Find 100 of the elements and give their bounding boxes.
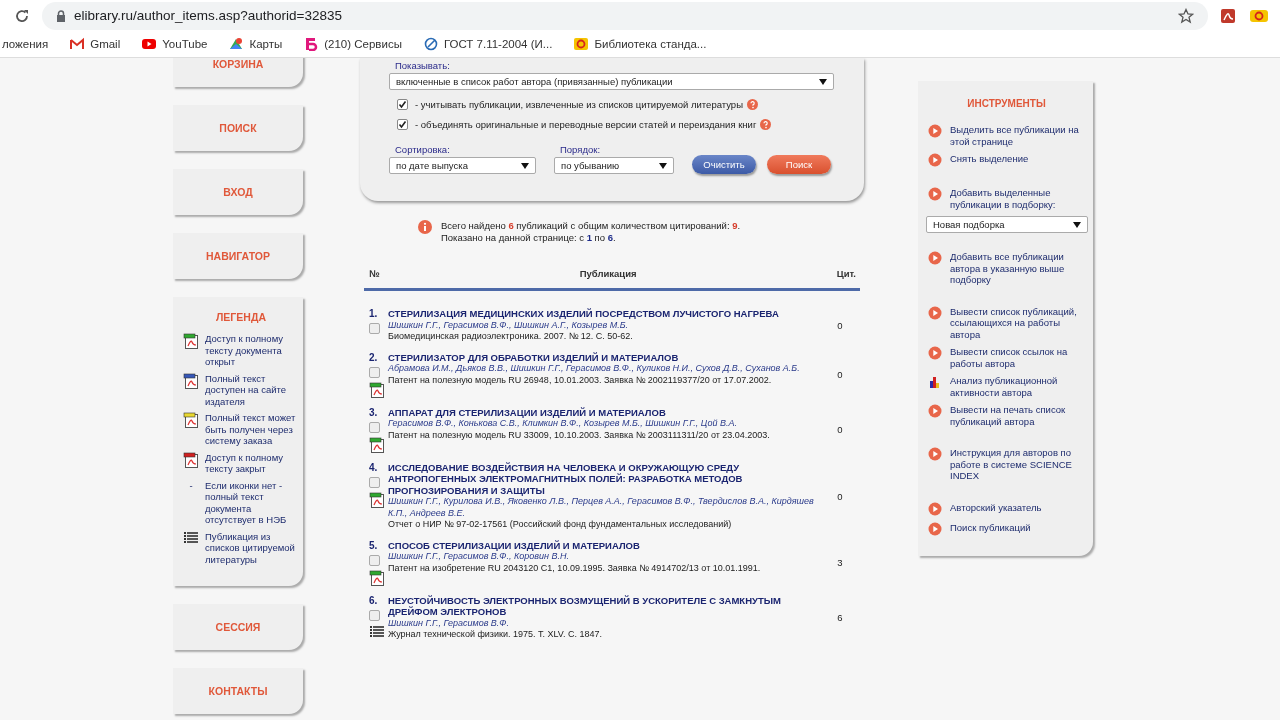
pdf-icon[interactable] xyxy=(369,436,385,453)
play-icon xyxy=(928,251,942,265)
bookmark-logo-icon xyxy=(304,37,319,51)
option-label: - объединять оригинальные и переводные версии статей и переиздания книг xyxy=(415,119,757,130)
tools-title: ИНСТРУМЕНТЫ xyxy=(966,98,1047,109)
publication-title[interactable]: НЕУСТОЙЧИВОСТЬ ЭЛЕКТРОННЫХ ВОЗМУЩЕНИЙ В УСКОРИТЕЛЕ С ЗАМКНУТЫМ ДРЕЙФОМ ЭЛЕКТРОНОВ xyxy=(388,594,820,618)
help-icon[interactable] xyxy=(747,99,758,110)
clear-button[interactable]: Очистить xyxy=(692,155,756,174)
column-header: Цит. xyxy=(836,268,856,279)
checkbox[interactable] xyxy=(369,476,380,488)
row-number: 3. xyxy=(369,406,379,418)
book-logo-icon xyxy=(574,37,589,51)
checkbox[interactable] xyxy=(369,323,380,334)
publication-title[interactable]: СПОСОБ СТЕРИЛИЗАЦИИ ИЗДЕЛИЙ И МАТЕРИАЛОВ xyxy=(388,539,820,551)
star-icon[interactable] xyxy=(1178,7,1194,24)
tool-link[interactable]: Вывести список публикаций, ссылающихся на работы автора xyxy=(950,305,1085,340)
play-icon xyxy=(928,305,942,320)
bookmark[interactable]: Библиотека станда... xyxy=(574,37,707,51)
bookmark[interactable]: Gmail xyxy=(70,37,121,51)
extension-icon[interactable] xyxy=(1250,7,1268,24)
play-icon xyxy=(928,447,942,461)
lock-icon xyxy=(56,9,66,22)
dropdown-arrow-icon xyxy=(521,162,529,169)
summary-text: Показано на данной странице: с 1 по 6. xyxy=(441,232,617,244)
checkbox[interactable] xyxy=(397,119,408,130)
authors-text: Шишкин Г.Г., Герасимов В.Ф., Шишкин А.Г., Козырев М.Б. xyxy=(388,319,630,331)
checkbox[interactable] xyxy=(369,554,380,566)
tool-link[interactable]: Выделить все публикации на этой странице xyxy=(950,124,1085,147)
citation-count: 6 xyxy=(837,612,843,623)
play-icon xyxy=(928,153,942,167)
summary-text: Всего найдено 6 публикаций с общим количеством цитирований: 9. xyxy=(441,220,741,232)
source-text: Отчет о НИР № 97-02-17561 (Российский фонд фундаментальных исследований) xyxy=(388,519,733,531)
checkbox[interactable] xyxy=(369,366,380,378)
play-icon xyxy=(928,501,942,516)
field-label: Показывать: xyxy=(395,60,451,71)
video-icon xyxy=(142,37,157,51)
pdf-icon[interactable] xyxy=(369,491,385,508)
row-number: 2. xyxy=(369,351,379,363)
dropdown[interactable]: по убыванию xyxy=(554,157,674,174)
dropdown[interactable]: включенные в список работ автора (привязанные) публикации xyxy=(389,73,834,90)
tool-link[interactable]: Вывести список ссылок на работы автора xyxy=(950,346,1085,369)
play-icon xyxy=(928,187,942,201)
help-icon[interactable] xyxy=(760,119,772,130)
column-header: № xyxy=(369,268,380,279)
tool-link[interactable]: Добавить выделенные публикации в подборку: xyxy=(950,187,1085,210)
source-text: Патент на полезную модель RU 26948, 10.01.2003. Заявка № 2002119377/20 от 17.07.2002. xyxy=(388,374,773,386)
publication-title[interactable]: СТЕРИЛИЗАТОР ДЛЯ ОБРАБОТКИ ИЗДЕЛИЙ И МАТЕРИАЛОВ xyxy=(388,351,820,363)
bookmark[interactable]: (210) Сервисы xyxy=(304,37,402,51)
pdf-icon xyxy=(183,451,199,468)
field-label: Порядок: xyxy=(560,144,602,155)
legend-text: Полный текст доступен на сайте издателя xyxy=(205,372,288,407)
tool-link[interactable]: Снять выделение xyxy=(950,153,1029,167)
dropdown[interactable]: по дате выпуска xyxy=(389,157,536,174)
checkbox[interactable] xyxy=(369,421,380,433)
bookmark[interactable]: Карты xyxy=(229,37,283,51)
tool-link[interactable]: Инструкция для авторов по работе в системе SCIENCE INDEX xyxy=(950,447,1085,482)
publication-title[interactable]: АППАРАТ ДЛЯ СТЕРИЛИЗАЦИИ ИЗДЕЛИЙ И МАТЕРИАЛОВ xyxy=(388,406,820,418)
tool-link[interactable]: Поиск публикаций xyxy=(950,521,1031,536)
authors-text: Абрамова И.М., Дьяков В.В., Шишкин Г.Г., Герасимов В.Ф., Куликов Н.И., Сухов Д.В., Суханов А.Б. xyxy=(388,363,801,375)
source-text: Биомедицинская радиоэлектроника. 2007. № 12. С. 50-62. xyxy=(388,331,634,343)
publication-title[interactable]: СТЕРИЛИЗАЦИЯ МЕДИЦИНСКИХ ИЗДЕЛИЙ ПОСРЕДСТВОМ ЛУЧИСТОГО НАГРЕВА xyxy=(388,308,820,320)
info-icon xyxy=(418,220,432,234)
pdf-icon xyxy=(183,412,199,428)
citation-count: 3 xyxy=(837,557,843,568)
source-text: Патент на полезную модель RU 33009, 10.10.2003. Заявка № 2003111311/20 от 23.04.2003. xyxy=(388,429,771,441)
row-number: 1. xyxy=(369,308,379,319)
address-bar[interactable]: elibrary.ru/author_items.asp?authorid=32835 xyxy=(42,1,1208,30)
url-text: elibrary.ru/author_items.asp?authorid=32835 xyxy=(74,8,343,23)
legend-text: Доступ к полному тексту документа открыт xyxy=(205,333,285,368)
legend-title: ЛЕГЕНДА xyxy=(215,311,267,323)
checkbox[interactable] xyxy=(397,99,408,110)
mail-icon xyxy=(70,37,85,51)
pdf-icon xyxy=(183,333,199,349)
checkbox[interactable] xyxy=(369,609,380,621)
citation-count: 0 xyxy=(837,369,843,380)
bookmark[interactable]: ложения xyxy=(2,38,49,50)
tool-link[interactable]: Вывести на печать список публикаций автора xyxy=(950,404,1085,427)
row-number: 5. xyxy=(369,539,379,551)
pdf-extension-icon[interactable] xyxy=(1220,7,1236,24)
list-icon xyxy=(183,530,199,545)
source-text: Патент на изобретение RU 2043120 C1, 10.09.1995. Заявка № 4914702/13 от 10.01.1991. xyxy=(388,562,762,574)
authors-text: Шишкин Г.Г., Герасимов В.Ф. xyxy=(388,617,510,629)
reload-icon[interactable] xyxy=(14,7,30,24)
dropdown-arrow-icon xyxy=(819,78,827,85)
tool-link[interactable]: Анализ публикационной активности автора xyxy=(950,375,1085,398)
tool-link[interactable]: Добавить все публикации автора в указанную выше подборку xyxy=(950,251,1085,286)
authors-text: Герасимов В.Ф., Конькова С.В., Климкин В.Ф., Козырев М.Б., Шишкин Г.Г., Цой В.А. xyxy=(388,418,739,430)
legend-text: Публикация из списков цитируемой литературы xyxy=(205,530,296,565)
row-number: 6. xyxy=(369,594,379,606)
publication-title[interactable]: ИССЛЕДОВАНИЕ ВОЗДЕЙСТВИЯ НА ЧЕЛОВЕКА И ОКРУЖАЮЩУЮ СРЕДУ АНТРОПОГЕННЫХ ЭЛЕКТРОМАГНИТНЫХ ПОЛЕЙ: РАЗРАБОТКА МЕТОДОВ ПРОГНОЗИРОВАНИЯ И ЗАЩИТЫ xyxy=(388,461,820,496)
play-icon xyxy=(928,521,942,536)
pdf-icon[interactable] xyxy=(369,569,385,586)
authors-text: Шишкин Г.Г., Герасимов В.Ф., Коровин В.Н. xyxy=(388,551,570,563)
bookmark[interactable]: YouTube xyxy=(142,37,208,51)
pdf-icon[interactable] xyxy=(369,381,385,398)
option-label: - учитывать публикации, извлеченные из списков цитируемой литературы xyxy=(415,99,743,110)
row-number: 4. xyxy=(369,461,379,473)
bookmark[interactable]: ГОСТ 7.11-2004 (И... xyxy=(423,37,553,51)
tool-link[interactable]: Авторский указатель xyxy=(950,501,1042,516)
dropdown[interactable]: Новая подборка xyxy=(926,216,1088,233)
